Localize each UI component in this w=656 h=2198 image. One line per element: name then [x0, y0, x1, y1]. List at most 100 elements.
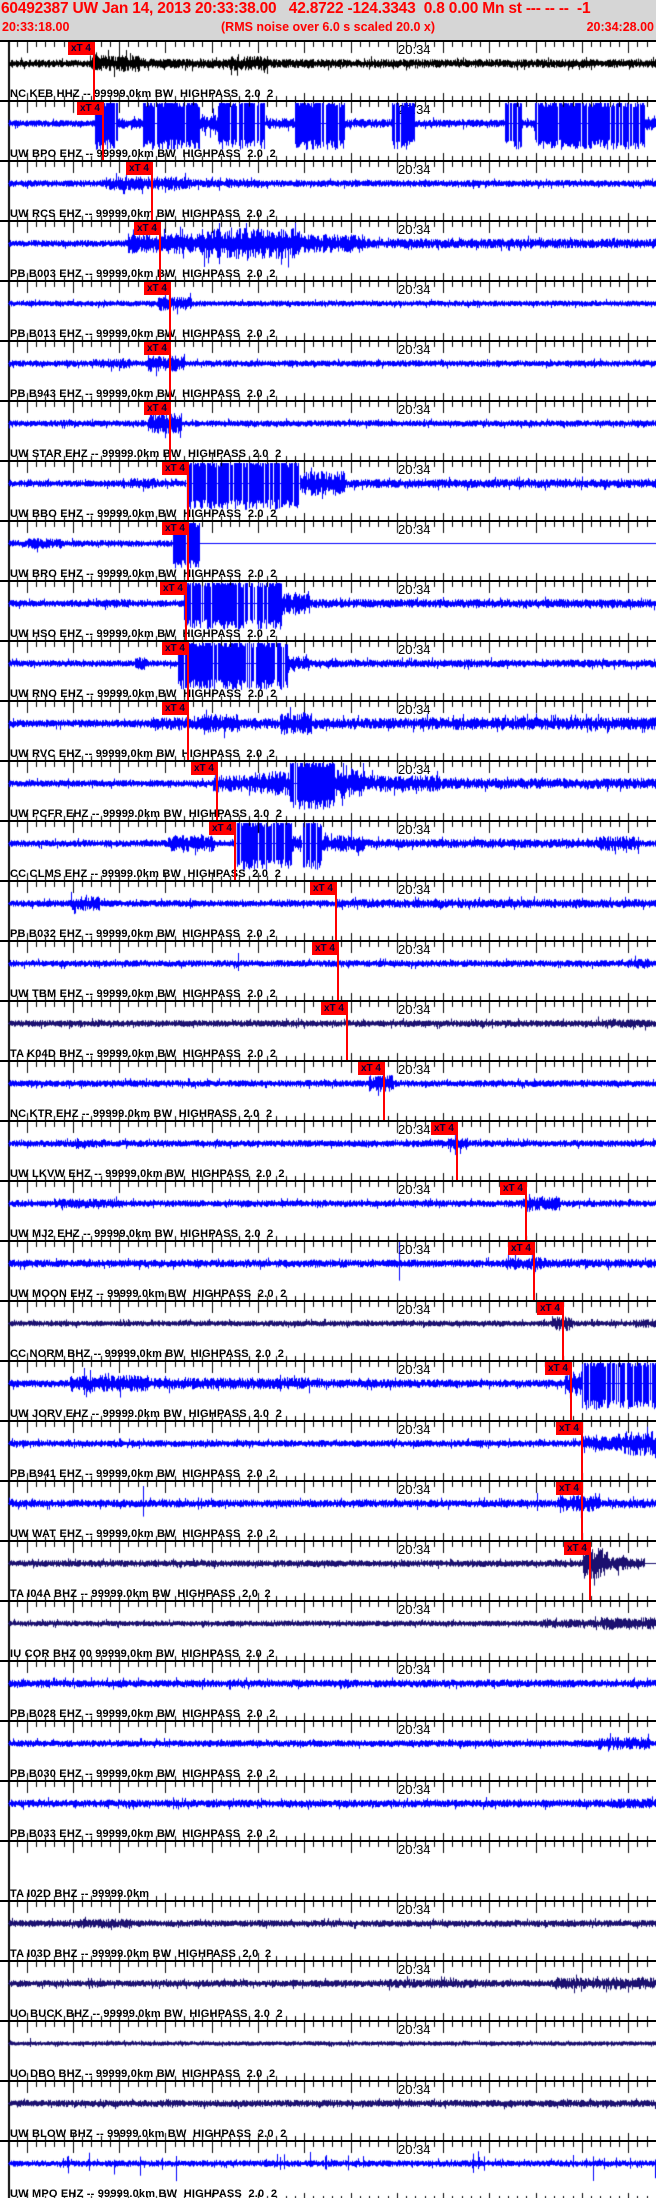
station-channel-label: PB B003 EHZ -- 99999.0km BW HIGHPASS 2.0…: [10, 268, 276, 280]
station-channel-label: UW TBM EHZ -- 99999.0km BW HIGHPASS 2.0 …: [10, 988, 276, 1000]
trace-row-uw-star-ehz[interactable]: 20:34UW STAR EHZ -- 99999.0km BW HIGHPAS…: [0, 400, 656, 460]
station-channel-label: TA K04D BHZ -- 99999.0km BW HIGHPASS 2.0…: [10, 1048, 277, 1060]
pick-flag[interactable]: xT 4: [162, 702, 188, 715]
pick-flag[interactable]: xT 4: [160, 582, 186, 595]
pick-flag[interactable]: xT 4: [162, 642, 188, 655]
pick-flag[interactable]: xT 4: [68, 42, 94, 55]
pick-flag[interactable]: xT 4: [431, 1122, 457, 1135]
pick-flag[interactable]: xT 4: [134, 222, 160, 235]
station-channel-label: PB B028 EHZ -- 99999.0km BW HIGHPASS 2.0…: [10, 1708, 276, 1720]
pick-flag[interactable]: xT 4: [144, 402, 170, 415]
trace-row-nc-ktr-ehz[interactable]: 20:34NC KTR EHZ -- 99999.0km BW HIGHPASS…: [0, 1060, 656, 1120]
trace-row-uw-moon-ehz[interactable]: 20:34UW MOON EHZ -- 99999.0km BW HIGHPAS…: [0, 1240, 656, 1300]
station-channel-label: UO BUCK BHZ -- 99999.0km BW HIGHPASS 2.0…: [10, 2008, 283, 2020]
trace-row-uw-bro-ehz[interactable]: 20:34UW BRO EHZ -- 99999.0km BW HIGHPASS…: [0, 520, 656, 580]
event-summary-line: 60492387 UW Jan 14, 2013 20:33:38.00 42.…: [1, 0, 591, 17]
trace-row-pb-b943-ehz[interactable]: 20:34PB B943 EHZ -- 99999.0km BW HIGHPAS…: [0, 340, 656, 400]
station-channel-label: IU COR BHZ 00 99999.0km BW HIGHPASS 2.0 …: [10, 1648, 275, 1660]
trace-row-nc-keb-hhz[interactable]: 20:34NC KEB HHZ -- 99999.0km BW HIGHPASS…: [0, 40, 656, 100]
trace-row-pb-b030-ehz[interactable]: 20:34PB B030 EHZ -- 99999.0km BW HIGHPAS…: [0, 1720, 656, 1780]
trace-row-uw-bpo-ehz[interactable]: 20:34UW BPO EHZ -- 99999.0km BW HIGHPASS…: [0, 100, 656, 160]
station-channel-label: CC CLMS EHZ -- 99999.0km BW HIGHPASS 2.0…: [10, 868, 282, 880]
pick-flag[interactable]: xT 4: [126, 162, 152, 175]
pick-flag[interactable]: xT 4: [310, 882, 336, 895]
pick-flag[interactable]: xT 4: [209, 822, 235, 835]
trace-row-cc-clms-ehz[interactable]: 20:34CC CLMS EHZ -- 99999.0km BW HIGHPAS…: [0, 820, 656, 880]
rms-scaling-note: (RMS noise over 6.0 s scaled 20.0 x): [221, 20, 435, 34]
trace-row-uw-lkvw-ehz[interactable]: 20:34UW LKVW EHZ -- 99999.0km BW HIGHPAS…: [0, 1120, 656, 1180]
pick-flag[interactable]: xT 4: [77, 102, 103, 115]
trace-row-uw-rno-ehz[interactable]: 20:34UW RNO EHZ -- 99999.0km BW HIGHPASS…: [0, 640, 656, 700]
pick-flag[interactable]: xT 4: [191, 762, 217, 775]
station-channel-label: CC NORM BHZ -- 99999.0km BW HIGHPASS 2.0…: [10, 1348, 285, 1360]
trace-row-uo-dbo-bhz[interactable]: 20:34UO DBO BHZ -- 99999.0km BW HIGHPASS…: [0, 2020, 656, 2080]
seismogram-review-window: 60492387 UW Jan 14, 2013 20:33:38.00 42.…: [0, 0, 656, 2198]
trace-row-pb-b028-ehz[interactable]: 20:34PB B028 EHZ -- 99999.0km BW HIGHPAS…: [0, 1660, 656, 1720]
pick-flag[interactable]: xT 4: [500, 1182, 526, 1195]
trace-row-iu-cor-bhz[interactable]: 20:34IU COR BHZ 00 99999.0km BW HIGHPASS…: [0, 1600, 656, 1660]
trace-row-uo-buck-bhz[interactable]: 20:34UO BUCK BHZ -- 99999.0km BW HIGHPAS…: [0, 1960, 656, 2020]
station-channel-label: NC KTR EHZ -- 99999.0km BW HIGHPASS 2.0 …: [10, 1108, 273, 1120]
station-channel-label: UW BPO EHZ -- 99999.0km BW HIGHPASS 2.0 …: [10, 148, 276, 160]
trace-row-uw-pcfr-ehz[interactable]: 20:34UW PCFR EHZ -- 99999.0km BW HIGHPAS…: [0, 760, 656, 820]
trace-row-uw-blow-bhz[interactable]: 20:34UW BLOW BHZ -- 99999.0km BW HIGHPAS…: [0, 2080, 656, 2140]
trace-row-pb-b003-ehz[interactable]: 20:34PB B003 EHZ -- 99999.0km BW HIGHPAS…: [0, 220, 656, 280]
trace-row-uw-mpo-ehz[interactable]: 20:34UW MPO EHZ -- 99999.0km BW HIGHPASS…: [0, 2140, 656, 2198]
trace-row-ta-k04d-bhz[interactable]: 20:34TA K04D BHZ -- 99999.0km BW HIGHPAS…: [0, 1000, 656, 1060]
pick-flag[interactable]: xT 4: [144, 342, 170, 355]
pick-flag[interactable]: xT 4: [312, 942, 338, 955]
pick-flag[interactable]: xT 4: [162, 522, 188, 535]
trace-row-ta-i02d-bhz[interactable]: 20:34TA I02D BHZ -- 99999.0km: [0, 1840, 656, 1900]
pick-flag[interactable]: xT 4: [162, 462, 188, 475]
window-end-time: 20:34:28.00: [586, 20, 654, 34]
pick-flag[interactable]: xT 4: [537, 1302, 563, 1315]
trace-row-uw-bbo-ehz[interactable]: 20:34UW BBO EHZ -- 99999.0km BW HIGHPASS…: [0, 460, 656, 520]
trace-row-uw-tbm-ehz[interactable]: 20:34UW TBM EHZ -- 99999.0km BW HIGHPASS…: [0, 940, 656, 1000]
pick-flag[interactable]: xT 4: [508, 1242, 534, 1255]
trace-row-uw-hso-ehz[interactable]: 20:34UW HSO EHZ -- 99999.0km BW HIGHPASS…: [0, 580, 656, 640]
station-channel-label: NC KEB HHZ -- 99999.0km BW HIGHPASS 2.0 …: [10, 88, 274, 100]
station-channel-label: TA I02D BHZ -- 99999.0km: [10, 1888, 150, 1900]
trace-row-pb-b013-ehz[interactable]: 20:34PB B013 EHZ -- 99999.0km BW HIGHPAS…: [0, 280, 656, 340]
station-channel-label: TA I03D BHZ -- 99999.0km BW HIGHPASS 2.0…: [10, 1948, 272, 1960]
station-channel-label: UW BLOW BHZ -- 99999.0km BW HIGHPASS 2.0…: [10, 2128, 287, 2140]
pick-flag[interactable]: xT 4: [144, 282, 170, 295]
station-channel-label: UW MOON EHZ -- 99999.0km BW HIGHPASS 2.0…: [10, 1288, 287, 1300]
pick-flag[interactable]: xT 4: [556, 1482, 582, 1495]
trace-row-ta-i03d-bhz[interactable]: 20:34TA I03D BHZ -- 99999.0km BW HIGHPAS…: [0, 1900, 656, 1960]
trace-row-uw-wat-ehz[interactable]: 20:34UW WAT EHZ -- 99999.0km BW HIGHPASS…: [0, 1480, 656, 1540]
trace-row-uw-rcs-ehz[interactable]: 20:34UW RCS EHZ -- 99999.0km BW HIGHPASS…: [0, 160, 656, 220]
trace-row-ta-i04a-bhz[interactable]: 20:34TA I04A BHZ -- 99999.0km BW HIGHPAS…: [0, 1540, 656, 1600]
station-channel-label: UW HSO EHZ -- 99999.0km BW HIGHPASS 2.0 …: [10, 628, 276, 640]
trace-row-uw-rvc-ehz[interactable]: 20:34UW RVC EHZ -- 99999.0km BW HIGHPASS…: [0, 700, 656, 760]
trace-row-cc-norm-bhz[interactable]: 20:34CC NORM BHZ -- 99999.0km BW HIGHPAS…: [0, 1300, 656, 1360]
station-channel-label: UW JORV EHZ -- 99999.0km BW HIGHPASS 2.0…: [10, 1408, 283, 1420]
trace-row-pb-b941-ehz[interactable]: 20:34PB B941 EHZ -- 99999.0km BW HIGHPAS…: [0, 1420, 656, 1480]
trace-row-uw-jorv-ehz[interactable]: 20:34UW JORV EHZ -- 99999.0km BW HIGHPAS…: [0, 1360, 656, 1420]
station-channel-label: UW BRO EHZ -- 99999.0km BW HIGHPASS 2.0 …: [10, 568, 277, 580]
window-start-time: 20:33:18.00: [2, 20, 70, 34]
pick-flag[interactable]: xT 4: [564, 1542, 590, 1555]
station-channel-label: UW RNO EHZ -- 99999.0km BW HIGHPASS 2.0 …: [10, 688, 277, 700]
station-channel-label: UW MJ2 EHZ -- 99999.0km BW HIGHPASS 2.0 …: [10, 1228, 274, 1240]
station-channel-label: UW STAR EHZ -- 99999.0km BW HIGHPASS 2.0…: [10, 448, 282, 460]
trace-list: 20:34NC KEB HHZ -- 99999.0km BW HIGHPASS…: [0, 40, 656, 2198]
trace-row-pb-b032-ehz[interactable]: 20:34PB B032 EHZ -- 99999.0km BW HIGHPAS…: [0, 880, 656, 940]
pick-flag[interactable]: xT 4: [358, 1062, 384, 1075]
time-window-bar: 20:33:18.00 (RMS noise over 6.0 s scaled…: [0, 20, 656, 38]
station-channel-label: UW PCFR EHZ -- 99999.0km BW HIGHPASS 2.0…: [10, 808, 283, 820]
station-channel-label: TA I04A BHZ -- 99999.0km BW HIGHPASS 2.0…: [10, 1588, 271, 1600]
station-channel-label: UW WAT EHZ -- 99999.0km BW HIGHPASS 2.0 …: [10, 1528, 276, 1540]
pick-flag[interactable]: xT 4: [545, 1362, 571, 1375]
trace-row-uw-mj2-ehz[interactable]: 20:34UW MJ2 EHZ -- 99999.0km BW HIGHPASS…: [0, 1180, 656, 1240]
trace-row-pb-b033-ehz[interactable]: 20:34PB B033 EHZ -- 99999.0km BW HIGHPAS…: [0, 1780, 656, 1840]
pick-flag[interactable]: xT 4: [556, 1422, 582, 1435]
station-channel-label: PB B033 EHZ -- 99999.0km BW HIGHPASS 2.0…: [10, 1828, 276, 1840]
station-channel-label: UW BBO EHZ -- 99999.0km BW HIGHPASS 2.0 …: [10, 508, 277, 520]
station-channel-label: UW RVC EHZ -- 99999.0km BW HIGHPASS 2.0 …: [10, 748, 276, 760]
station-channel-label: UW RCS EHZ -- 99999.0km BW HIGHPASS 2.0 …: [10, 208, 276, 220]
station-channel-label: UW LKVW EHZ -- 99999.0km BW HIGHPASS 2.0…: [10, 1168, 285, 1180]
pick-flag[interactable]: xT 4: [321, 1002, 347, 1015]
station-channel-label: PB B032 EHZ -- 99999.0km BW HIGHPASS 2.0…: [10, 928, 276, 940]
station-channel-label: UO DBO BHZ -- 99999.0km BW HIGHPASS 2.0 …: [10, 2068, 276, 2080]
